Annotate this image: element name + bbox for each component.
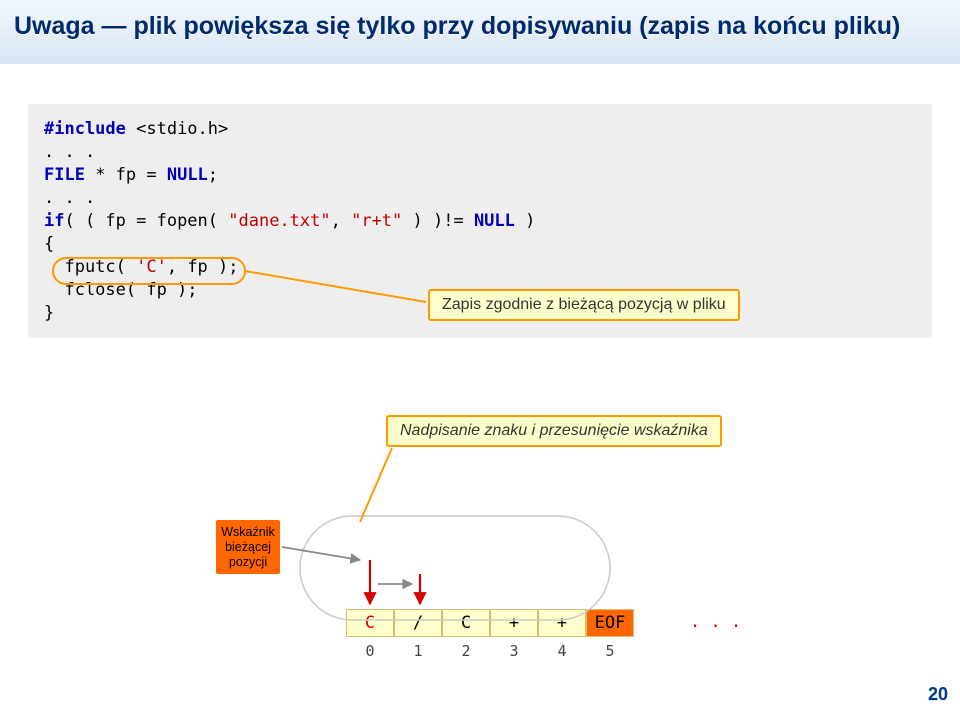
code-kw: #include	[44, 119, 126, 139]
code-text: ;	[208, 165, 218, 185]
code-text: * fp =	[85, 165, 167, 185]
tape-cell-eof: EOF	[586, 609, 634, 637]
tape-index: 0	[346, 642, 394, 660]
tape-indices: 0 1 2 3 4 5	[346, 642, 634, 660]
code-str: "dane.txt"	[228, 211, 330, 231]
code-text: , fp );	[167, 257, 239, 277]
file-tape: C / C + + EOF	[346, 609, 634, 637]
code-text: . . .	[44, 141, 916, 164]
tape-cell: C	[346, 609, 394, 637]
callout-overwrite: Nadpisanie znaku i przesunięcie wskaźnik…	[386, 415, 722, 447]
callout-write-position: Zapis zgodnie z bieżącą pozycją w pliku	[428, 289, 740, 321]
pointer-box: Wskaźnik bieżącej pozycji	[216, 520, 280, 574]
pointer-enclosure	[300, 516, 610, 620]
tape-index: 4	[538, 642, 586, 660]
code-kw: FILE	[44, 165, 85, 185]
page-title: Uwaga — plik powiększa się tylko przy do…	[14, 12, 900, 41]
pointer-label-line: pozycji	[216, 555, 280, 570]
arrow-pointer-to-cell	[282, 547, 360, 560]
code-text: fputc(	[44, 257, 136, 277]
code-text: ) )!=	[402, 211, 474, 231]
code-kw: if	[44, 211, 64, 231]
tape-cell: +	[490, 609, 538, 637]
tape-cell: C	[442, 609, 490, 637]
pointer-label-line: Wskaźnik	[216, 525, 280, 540]
code-kw: NULL	[474, 211, 515, 231]
tape-dots: . . .	[690, 612, 741, 632]
code-str: "r+t"	[351, 211, 402, 231]
code-text: {	[44, 233, 916, 256]
tape-cell: +	[538, 609, 586, 637]
code-str: 'C'	[136, 257, 167, 277]
page-number: 20	[928, 684, 948, 705]
tape-index: 3	[490, 642, 538, 660]
tape-index: 1	[394, 642, 442, 660]
code-kw: NULL	[167, 165, 208, 185]
code-text: ,	[331, 211, 351, 231]
code-text: ( ( fp = fopen(	[64, 211, 228, 231]
tape-cell: /	[394, 609, 442, 637]
connector-callout2-enclosure	[360, 448, 392, 522]
tape-index: 5	[586, 642, 634, 660]
code-text: . . .	[44, 187, 916, 210]
code-text: )	[515, 211, 535, 231]
title-banner: Uwaga — plik powiększa się tylko przy do…	[0, 0, 960, 64]
pointer-label-line: bieżącej	[216, 540, 280, 555]
code-text: <stdio.h>	[126, 119, 228, 139]
tape-index: 2	[442, 642, 490, 660]
